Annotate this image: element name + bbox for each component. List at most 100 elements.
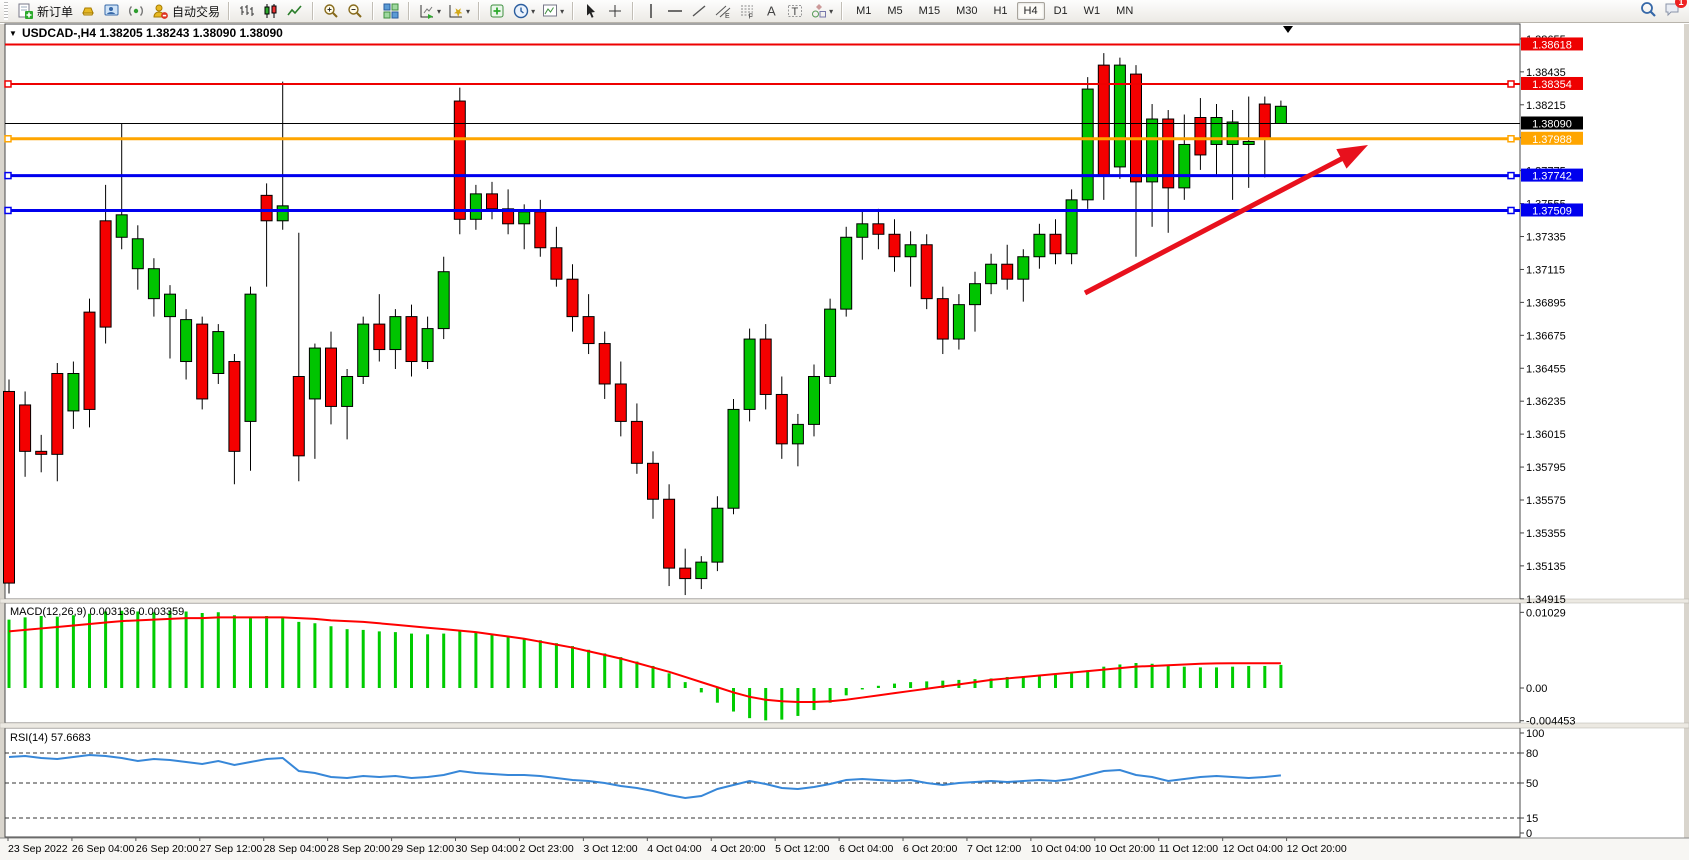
vertical-line-button[interactable] (639, 0, 663, 22)
line-handle[interactable] (1508, 81, 1514, 87)
candle (20, 405, 31, 451)
rsi-tick-label: 50 (1526, 778, 1538, 790)
candle (52, 373, 63, 454)
search-button[interactable] (1639, 0, 1657, 23)
candle (261, 195, 272, 220)
timeframe-button-m15[interactable]: M15 (912, 2, 947, 20)
line-handle[interactable] (5, 173, 11, 179)
chevron-down-icon: ▾ (560, 7, 564, 16)
panel-splitter[interactable] (0, 599, 1689, 603)
profiles-button[interactable]: ▾ (444, 0, 473, 22)
tile-windows-button[interactable] (379, 0, 403, 22)
timeframe-button-m1[interactable]: M1 (849, 2, 878, 20)
collapse-arrow-icon[interactable]: ▼ (9, 29, 17, 38)
line-handle[interactable] (5, 207, 11, 213)
timeframe-button-m5[interactable]: M5 (880, 2, 909, 20)
candle (116, 215, 127, 237)
price-tick-label: 1.36235 (1526, 396, 1566, 408)
trendline-button[interactable] (687, 0, 711, 22)
svg-text:F: F (749, 14, 753, 21)
time-tick-label: 10 Oct 04:00 (1031, 843, 1091, 855)
price-line-badge-label: 1.37509 (1532, 205, 1572, 217)
time-tick-label: 5 Oct 12:00 (775, 843, 829, 855)
time-tick-label: 4 Oct 20:00 (711, 843, 765, 855)
candle (599, 344, 610, 384)
timeframe-button-h4[interactable]: H4 (1017, 2, 1045, 20)
bar-chart-button[interactable] (235, 0, 259, 22)
shapes-button[interactable]: ▾ (807, 0, 836, 22)
candle (567, 279, 578, 316)
new-chart-button[interactable]: ▾ (415, 0, 444, 22)
line-handle[interactable] (1508, 173, 1514, 179)
publish-button[interactable] (100, 0, 124, 22)
line-chart-button[interactable] (283, 0, 307, 22)
price-tick-label: 1.35355 (1526, 528, 1566, 540)
indicators-button[interactable] (485, 0, 509, 22)
main-price-panel (5, 24, 1520, 599)
deposit-button[interactable] (76, 0, 100, 22)
candle (712, 508, 723, 562)
candle (1131, 74, 1142, 182)
zoom-out-button[interactable] (343, 0, 367, 22)
candle (438, 272, 449, 329)
publish-icon (103, 2, 121, 20)
candle (873, 224, 884, 234)
timeframe-button-w1[interactable]: W1 (1077, 2, 1108, 20)
price-tick-label: 1.34915 (1526, 594, 1566, 606)
time-tick-label: 6 Oct 20:00 (903, 843, 957, 855)
timeframe-button-d1[interactable]: D1 (1047, 2, 1075, 20)
templates-button[interactable]: ▾ (538, 0, 567, 22)
line-handle[interactable] (5, 136, 11, 142)
text-button[interactable]: A (759, 0, 783, 22)
channel-button[interactable]: E (711, 0, 735, 22)
time-tick-label: 4 Oct 04:00 (647, 843, 701, 855)
community-chat-button[interactable]: 1 (1663, 0, 1681, 23)
fibonacci-button[interactable]: F (735, 0, 759, 22)
candle (986, 264, 997, 283)
time-tick-label: 27 Sep 12:00 (200, 843, 263, 855)
candle (1163, 119, 1174, 188)
candle (1275, 106, 1286, 123)
text-label-button[interactable]: T (783, 0, 807, 22)
line-handle[interactable] (1508, 207, 1514, 213)
candle (792, 424, 803, 443)
zoom-in-button[interactable] (319, 0, 343, 22)
auto-trading-icon (151, 2, 169, 20)
timeframe-button-h1[interactable]: H1 (986, 2, 1014, 20)
macd-tick-label: -0.004453 (1526, 716, 1576, 728)
candle (664, 499, 675, 568)
candle (100, 221, 111, 327)
rsi-label: RSI(14) 57.6683 (10, 732, 91, 744)
time-tick-label: 26 Sep 20:00 (136, 843, 199, 855)
candlestick-chart-button[interactable] (259, 0, 283, 22)
cursor-button[interactable] (579, 0, 603, 22)
horizontal-line-button[interactable] (663, 0, 687, 22)
line-handle[interactable] (1508, 136, 1514, 142)
new-order-button[interactable]: 新订单 (13, 0, 76, 22)
line-handle[interactable] (5, 81, 11, 87)
periods-button[interactable]: ▾ (509, 0, 538, 22)
candle (1211, 118, 1222, 145)
candle (857, 224, 868, 237)
crosshair-icon (606, 2, 624, 20)
time-tick-label: 12 Oct 20:00 (1287, 843, 1347, 855)
candle (197, 324, 208, 399)
candle (454, 101, 465, 219)
signals-button[interactable] (124, 0, 148, 22)
chevron-down-icon: ▾ (466, 7, 470, 16)
time-axis[interactable]: 23 Sep 202226 Sep 04:0026 Sep 20:0027 Se… (0, 838, 1689, 860)
timeframe-button-mn[interactable]: MN (1109, 2, 1140, 20)
candle (68, 373, 79, 410)
auto-trading-button[interactable]: 自动交易 (148, 0, 223, 22)
macd-label: MACD(12,26,9) 0.003136 0.003359 (10, 606, 184, 618)
time-tick-label: 11 Oct 12:00 (1159, 843, 1219, 855)
crosshair-button[interactable] (603, 0, 627, 22)
candle (422, 329, 433, 362)
timeframe-button-m30[interactable]: M30 (949, 2, 984, 20)
toolbar-separator (478, 2, 480, 20)
trendline-icon (690, 2, 708, 20)
chart-canvas[interactable]: 1.386551.384351.382151.379951.377751.375… (0, 0, 1689, 860)
panel-splitter[interactable] (0, 723, 1689, 728)
current-price-badge-label: 1.38090 (1532, 119, 1572, 131)
price-tick-label: 1.37115 (1526, 264, 1565, 276)
